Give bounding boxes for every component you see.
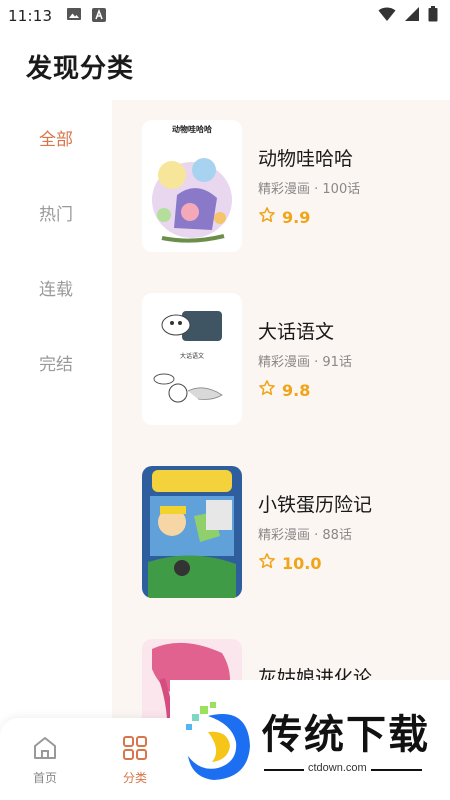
comic-card[interactable]: 小铁蛋历险记 精彩漫画 · 88话 10.0 — [112, 446, 450, 606]
watermark-logo: 传统下载 ctdown.com — [170, 680, 450, 800]
page-title: 发现分类 — [26, 54, 135, 84]
cover-title-text: 大话语文 — [179, 353, 204, 360]
nav-category-label: 分类 — [122, 771, 147, 785]
sidebar-item-all[interactable]: 全部 — [0, 117, 112, 157]
comic-rating: 10.0 — [258, 552, 321, 574]
grid-icon — [121, 734, 149, 765]
watermark-logo-icon — [186, 702, 250, 780]
sidebar-item-label: 热门 — [39, 204, 73, 225]
sidebar-item-serializing[interactable]: 连载 — [0, 267, 112, 307]
comic-card[interactable]: 大话语文 大话语文 精彩漫画 · 91话 9.8 — [112, 273, 450, 433]
nav-home[interactable]: 首页 — [15, 734, 75, 786]
sidebar-item-label: 连载 — [39, 279, 73, 300]
comic-card[interactable]: 动物哇哈哈 动物哇哈哈 精彩漫画 · 100话 9.9 — [112, 100, 450, 260]
nav-home-label: 首页 — [32, 771, 57, 785]
sidebar-item-completed[interactable]: 完结 — [0, 342, 112, 382]
comic-title: 大话语文 — [258, 321, 335, 343]
cover-title-text: 动物哇哈哈 — [172, 125, 212, 134]
comic-cover: 动物哇哈哈 — [142, 120, 242, 252]
comic-title: 动物哇哈哈 — [258, 148, 354, 170]
star-icon — [258, 552, 276, 574]
comic-meta: 精彩漫画 · 100话 — [258, 182, 361, 197]
comic-rating: 9.9 — [258, 206, 310, 228]
status-time: 11:13 — [8, 7, 53, 25]
comic-meta: 精彩漫画 · 88话 — [258, 528, 352, 543]
sidebar-item-label: 全部 — [39, 129, 73, 150]
comic-rating: 9.8 — [258, 379, 310, 401]
watermark-name: 传统下载 — [262, 712, 430, 758]
sidebar-item-hot[interactable]: 热门 — [0, 192, 112, 232]
home-icon — [31, 734, 59, 765]
rating-value: 9.8 — [282, 380, 311, 400]
comic-meta: 精彩漫画 · 91话 — [258, 355, 352, 370]
star-icon — [258, 206, 276, 228]
image-notification-icon — [66, 6, 82, 26]
category-sidebar: 全部 热门 连载 完结 — [0, 100, 112, 720]
signal-icon — [404, 6, 420, 26]
nav-category[interactable]: 分类 — [105, 734, 165, 786]
comic-title: 小铁蛋历险记 — [258, 494, 373, 516]
sidebar-item-label: 完结 — [39, 354, 73, 375]
comic-cover — [142, 466, 242, 598]
cover-illustration — [142, 466, 242, 598]
comic-list: 动物哇哈哈 动物哇哈哈 精彩漫画 · 100话 9.9 大话语文 大话语文 精彩… — [112, 100, 450, 740]
app-notification-icon — [92, 7, 107, 26]
rating-value: 10.0 — [282, 553, 322, 573]
watermark-domain: ctdown.com — [304, 762, 371, 774]
status-bar: 11:13 — [0, 0, 450, 32]
wifi-icon — [378, 6, 396, 26]
comic-cover: 大话语文 — [142, 293, 242, 425]
star-icon — [258, 379, 276, 401]
battery-icon — [428, 6, 438, 26]
cover-illustration — [152, 158, 232, 243]
rating-value: 9.9 — [282, 207, 311, 227]
